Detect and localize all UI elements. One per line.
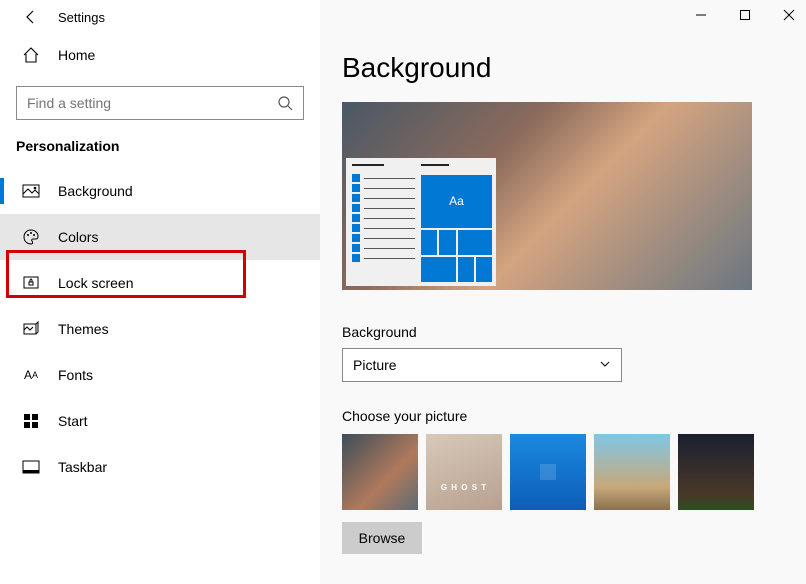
nav-item-colors[interactable]: Colors <box>0 214 320 260</box>
picture-icon <box>22 182 40 200</box>
preview-sample-text: Aa <box>421 175 492 228</box>
search-icon <box>276 94 293 112</box>
nav-item-fonts[interactable]: AA Fonts <box>0 352 320 398</box>
page-title: Background <box>342 52 784 84</box>
nav-item-label: Colors <box>58 229 98 245</box>
lockscreen-icon <box>22 274 40 292</box>
preview-window-mock: Aa <box>346 158 496 286</box>
minimize-button[interactable] <box>690 4 712 26</box>
picture-thumbnails <box>342 434 784 510</box>
browse-button-label: Browse <box>359 530 406 546</box>
start-icon <box>22 412 40 430</box>
nav-item-label: Themes <box>58 321 109 337</box>
home-label: Home <box>58 47 95 63</box>
nav-item-taskbar[interactable]: Taskbar <box>0 444 320 490</box>
nav-item-label: Taskbar <box>58 459 107 475</box>
search-box[interactable] <box>16 86 304 120</box>
nav-item-label: Background <box>58 183 133 199</box>
home-icon <box>22 46 40 64</box>
themes-icon <box>22 320 40 338</box>
choose-picture-label: Choose your picture <box>342 408 784 424</box>
search-input[interactable] <box>27 95 276 111</box>
picture-thumb[interactable] <box>594 434 670 510</box>
titlebar: Settings <box>0 0 320 38</box>
nav-item-lockscreen[interactable]: Lock screen <box>0 260 320 306</box>
nav-item-label: Lock screen <box>58 275 133 291</box>
browse-button[interactable]: Browse <box>342 522 422 554</box>
nav-item-label: Fonts <box>58 367 93 383</box>
maximize-button[interactable] <box>734 4 756 26</box>
picture-thumb[interactable] <box>678 434 754 510</box>
nav-item-start[interactable]: Start <box>0 398 320 444</box>
nav-item-background[interactable]: Background <box>0 168 320 214</box>
content-area: Background Aa <box>320 0 806 584</box>
background-type-dropdown[interactable]: Picture <box>342 348 622 382</box>
category-header: Personalization <box>0 138 320 168</box>
fonts-icon: AA <box>22 366 40 384</box>
nav-list: Background Colors Lock screen Themes AA … <box>0 168 320 490</box>
picture-thumb[interactable] <box>510 434 586 510</box>
picture-thumb[interactable] <box>342 434 418 510</box>
window-title: Settings <box>58 10 105 25</box>
nav-item-label: Start <box>58 413 88 429</box>
sidebar: Settings Home Personalization Background… <box>0 0 320 584</box>
window-controls <box>690 4 800 26</box>
back-button[interactable] <box>22 8 40 26</box>
picture-thumb[interactable] <box>426 434 502 510</box>
background-section-label: Background <box>342 324 784 340</box>
palette-icon <box>22 228 40 246</box>
close-button[interactable] <box>778 4 800 26</box>
dropdown-value: Picture <box>353 357 397 373</box>
background-preview: Aa <box>342 102 752 290</box>
home-nav[interactable]: Home <box>0 38 320 72</box>
nav-item-themes[interactable]: Themes <box>0 306 320 352</box>
taskbar-icon <box>22 458 40 476</box>
chevron-down-icon <box>599 357 611 373</box>
